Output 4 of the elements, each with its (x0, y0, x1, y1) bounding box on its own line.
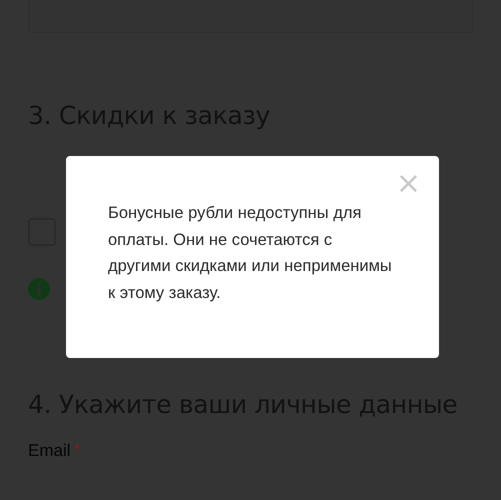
close-button[interactable]: × (396, 170, 421, 198)
dialog-message: Бонусные рубли недоступны для оплаты. Они не сочетаются с другими скидками или неприменимы к этому заказу. (108, 203, 393, 304)
info-icon (28, 278, 50, 300)
required-mark: * (74, 441, 80, 457)
